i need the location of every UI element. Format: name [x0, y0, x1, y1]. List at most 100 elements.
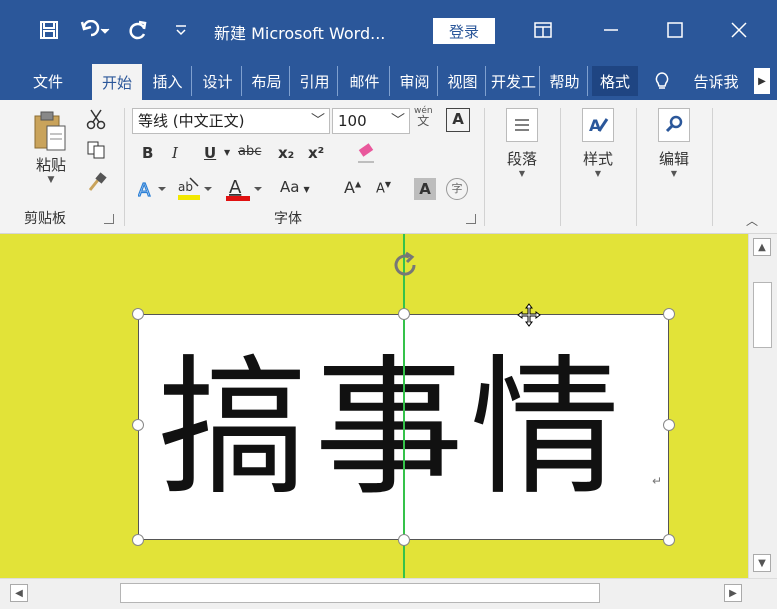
chevron-down-icon[interactable]: ▼	[224, 148, 230, 157]
paragraph-mark: ↵	[652, 474, 663, 488]
paragraph-button[interactable]: 段落 ▼	[494, 108, 550, 178]
subscript-button[interactable]: x₂	[278, 144, 294, 162]
font-name-combo[interactable]: 等线 (中文正文) ﹀	[132, 108, 330, 134]
superscript-button[interactable]: x²	[308, 144, 324, 162]
minimize-icon[interactable]	[596, 16, 626, 44]
tab-help[interactable]: 帮助	[542, 66, 588, 96]
paste-button[interactable]: 粘贴 ▼	[30, 110, 72, 185]
bold-button[interactable]: B	[142, 144, 153, 162]
editing-label: 编辑	[658, 150, 689, 168]
move-cursor-icon	[516, 302, 542, 332]
login-button[interactable]: 登录	[433, 18, 495, 44]
scroll-down-button[interactable]: ▼	[753, 554, 771, 572]
font-color-icon[interactable]: A	[226, 176, 264, 206]
tab-format[interactable]: 格式	[592, 66, 638, 96]
font-group-label: 字体	[274, 211, 302, 227]
save-icon[interactable]	[36, 16, 62, 44]
shrink-font-button[interactable]: A▼	[376, 180, 391, 196]
redo-icon[interactable]	[126, 16, 152, 44]
chevron-down-icon: ▼	[670, 169, 678, 178]
underline-button[interactable]: U	[204, 144, 216, 162]
strikethrough-button[interactable]: abc	[238, 144, 261, 159]
svg-text:A: A	[229, 177, 242, 198]
horizontal-scrollbar[interactable]: ◀ ▶	[0, 578, 777, 609]
svg-text:ab: ab	[178, 180, 193, 194]
close-icon[interactable]	[724, 16, 754, 44]
phonetic-guide-icon[interactable]: wén 文	[414, 106, 433, 128]
styles-label: 样式	[582, 150, 613, 168]
resize-handle-middle-left[interactable]	[132, 419, 144, 431]
divider	[712, 108, 713, 226]
resize-handle-middle-right[interactable]	[663, 419, 675, 431]
resize-handle-top-right[interactable]	[663, 308, 675, 320]
scroll-up-button[interactable]: ▲	[753, 238, 771, 256]
resize-handle-bottom-right[interactable]	[663, 534, 675, 546]
resize-handle-top-left[interactable]	[132, 308, 144, 320]
resize-handle-bottom-center[interactable]	[398, 534, 410, 546]
highlight-color-icon[interactable]: ab	[178, 176, 214, 206]
change-case-button[interactable]: Aa ▼	[280, 178, 310, 196]
ribbon-display-icon[interactable]	[528, 16, 558, 44]
divider	[484, 108, 485, 226]
pinyin-bottom-text: 文	[417, 114, 430, 128]
tab-mailings[interactable]: 邮件	[340, 66, 390, 96]
divider	[124, 108, 125, 226]
character-shading-button[interactable]: A	[414, 178, 436, 200]
divider	[560, 108, 561, 226]
font-name-value: 等线 (中文正文)	[138, 112, 245, 130]
editing-button[interactable]: 编辑 ▼	[646, 108, 702, 178]
scroll-left-button[interactable]: ◀	[10, 584, 28, 602]
italic-button[interactable]: I	[172, 144, 178, 162]
styles-button[interactable]: A 样式 ▼	[570, 108, 626, 178]
textbox-text[interactable]: 搞事情	[158, 329, 626, 529]
rotate-handle-icon[interactable]	[390, 250, 420, 284]
resize-handle-bottom-left[interactable]	[132, 534, 144, 546]
cut-icon[interactable]	[86, 108, 106, 134]
shrink-font-letter: A	[376, 181, 385, 197]
font-size-combo[interactable]: 100 ﹀	[332, 108, 410, 134]
clipboard-dialog-launcher[interactable]	[104, 214, 114, 224]
font-dialog-launcher[interactable]	[466, 214, 476, 224]
vertical-scrollbar[interactable]: ▲ ▼	[748, 234, 777, 578]
chevron-down-icon: ﹀	[391, 113, 405, 129]
tab-file[interactable]: 文件	[26, 66, 70, 96]
horizontal-scroll-thumb[interactable]	[120, 583, 600, 603]
format-painter-icon[interactable]	[86, 172, 108, 196]
text-effects-icon[interactable]: A	[137, 178, 170, 204]
lightbulb-icon[interactable]	[650, 66, 674, 96]
paste-label: 粘贴	[35, 156, 66, 174]
vertical-scroll-thumb[interactable]	[753, 282, 772, 348]
grow-font-button[interactable]: A▲	[344, 178, 361, 197]
tab-view[interactable]: 视图	[440, 66, 486, 96]
search-icon	[658, 108, 690, 142]
grow-font-letter: A	[344, 178, 355, 197]
tell-me-box[interactable]: 告诉我	[684, 66, 748, 96]
maximize-icon[interactable]	[660, 16, 690, 44]
chevron-down-icon: ▼	[303, 185, 310, 194]
tab-references[interactable]: 引用	[292, 66, 338, 96]
scroll-right-button[interactable]: ▶	[724, 584, 742, 602]
change-case-label: Aa	[280, 178, 300, 196]
customize-qat-icon[interactable]	[168, 16, 194, 44]
character-border-button[interactable]: A	[446, 108, 470, 132]
document-title: 新建 Microsoft Word...	[214, 24, 386, 43]
tab-design[interactable]: 设计	[194, 66, 242, 96]
resize-handle-top-center[interactable]	[398, 308, 410, 320]
undo-icon[interactable]	[78, 16, 112, 44]
svg-text:A: A	[138, 180, 151, 200]
tabs-scroll-right-button[interactable]: ▶	[754, 68, 770, 94]
font-size-value: 100	[338, 112, 367, 130]
clear-formatting-icon[interactable]	[354, 142, 378, 168]
tab-developer[interactable]: 开发工	[488, 66, 540, 96]
chevron-down-icon: ▼	[594, 169, 602, 178]
collapse-ribbon-icon[interactable]: ︿	[746, 212, 758, 229]
document-area[interactable]: 搞事情 ↵	[0, 234, 748, 578]
tab-layout[interactable]: 布局	[244, 66, 290, 96]
tab-home[interactable]: 开始	[92, 64, 142, 100]
copy-icon[interactable]	[86, 140, 106, 164]
tab-review[interactable]: 审阅	[392, 66, 438, 96]
ribbon: 粘贴 ▼ 剪贴板 等线 (中文正文) ﹀ 100 ﹀ wén 文 A B I U…	[0, 100, 777, 234]
tab-insert[interactable]: 插入	[144, 66, 192, 96]
enclose-characters-button[interactable]: 字	[446, 178, 468, 200]
styles-icon: A	[582, 108, 614, 142]
